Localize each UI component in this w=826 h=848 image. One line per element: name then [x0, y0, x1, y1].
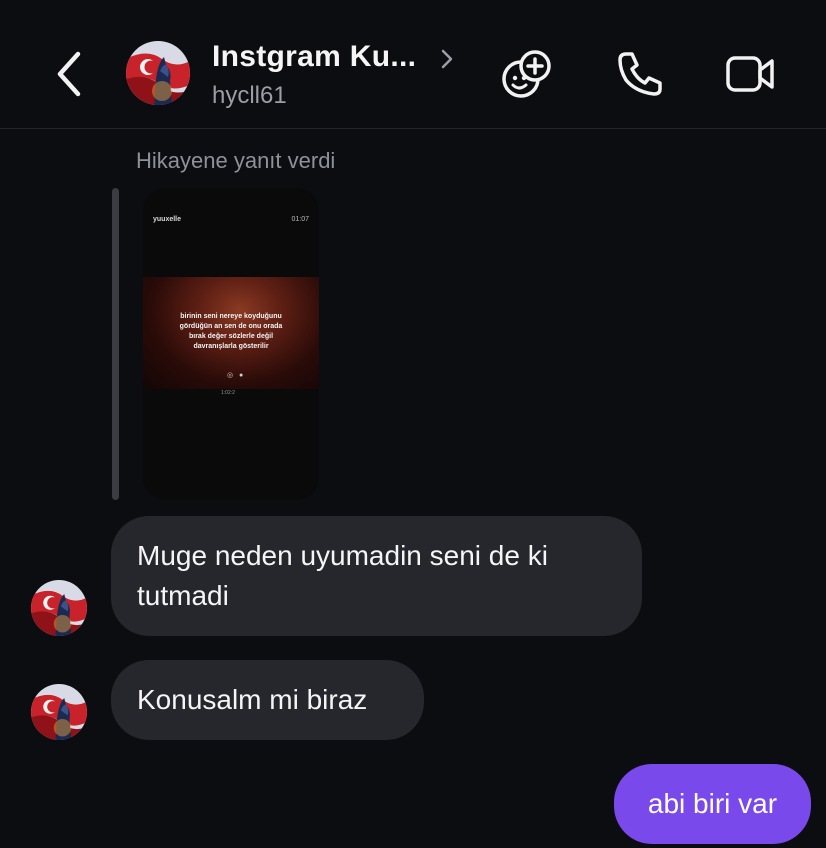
add-people-button[interactable] [499, 46, 555, 102]
avatar[interactable] [31, 684, 87, 740]
story-time: 01:07 [291, 216, 309, 223]
story-dots: ◎ ● [227, 372, 246, 379]
back-button[interactable] [48, 48, 92, 100]
video-camera-icon [726, 56, 774, 92]
story-reply-caption: Hikayene yanıt verdi [136, 148, 336, 173]
message-bubble-incoming[interactable]: Muge neden uyumadin seni de ki tutmadi [111, 516, 642, 636]
smile-plus-icon [502, 50, 551, 98]
voice-call-button[interactable] [612, 46, 668, 102]
story-subtext: 1:02:2 [221, 390, 235, 396]
chat-header: Instgram Ku... hycll61 [0, 0, 826, 129]
chevron-right-icon [441, 49, 453, 69]
video-call-button[interactable] [722, 46, 778, 102]
story-text: birinin seni nereye koyduğunu gördüğün a… [179, 313, 283, 350]
message-bubble-outgoing[interactable]: abi biri var [614, 764, 811, 844]
chevron-left-icon [57, 51, 81, 97]
message-bubble-incoming[interactable]: Konusalm mi biraz [111, 660, 424, 740]
phone-icon [618, 52, 662, 96]
avatar[interactable] [126, 41, 190, 105]
contact-title-group[interactable]: Instgram Ku... hycll61 [212, 40, 453, 110]
contact-name[interactable]: Instgram Ku... [212, 40, 416, 74]
story-reply-bar [112, 188, 119, 500]
story-preview[interactable]: yuuxelle 01:07 birinin seni nereye koydu… [143, 188, 319, 500]
avatar[interactable] [31, 580, 87, 636]
contact-username: hycll61 [212, 82, 287, 109]
story-username: yuuxelle [153, 216, 182, 223]
